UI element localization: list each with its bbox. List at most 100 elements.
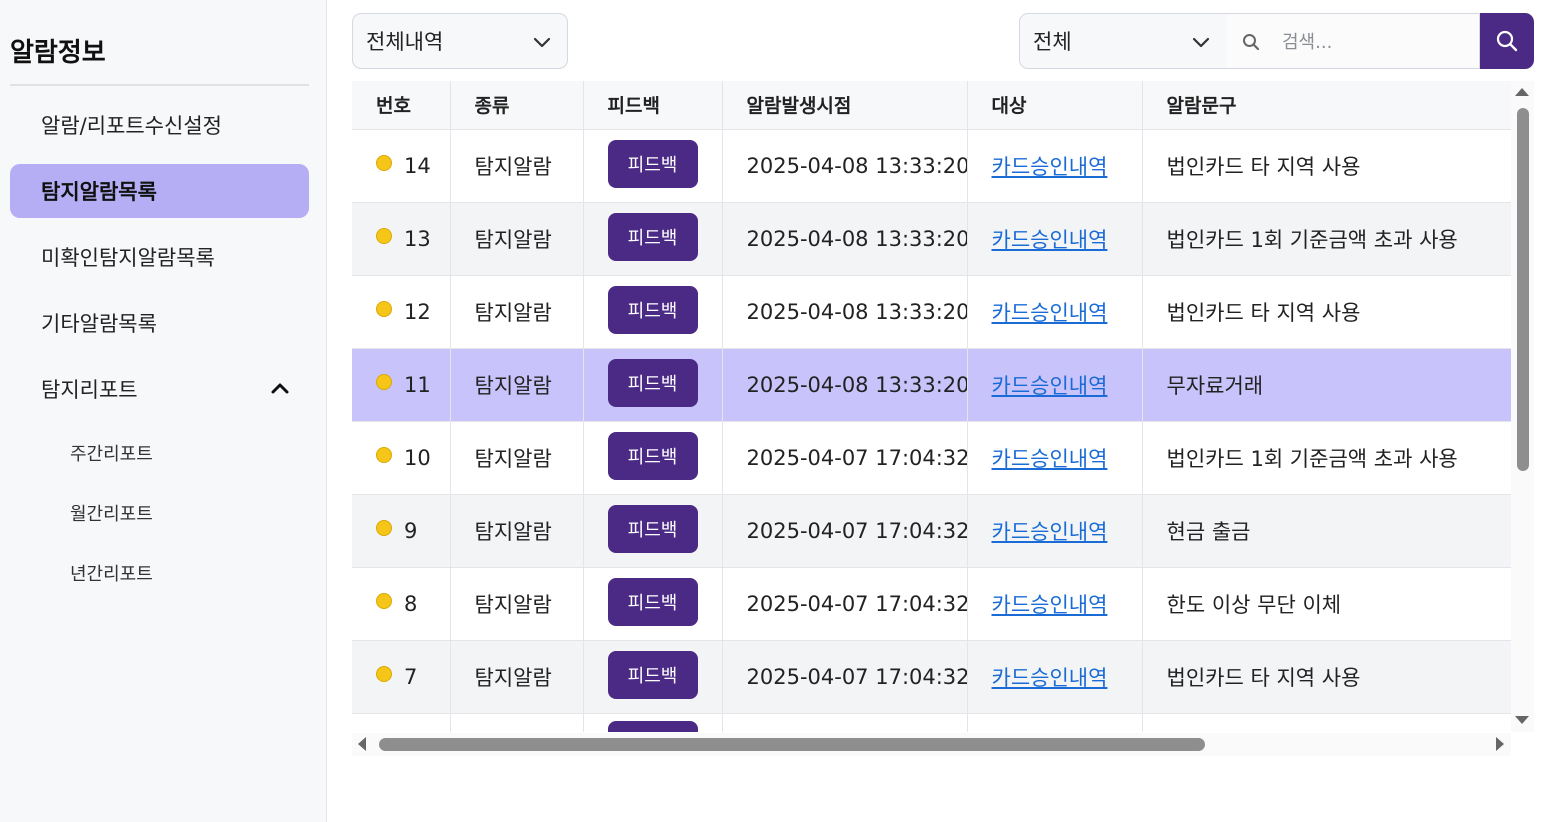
sidebar-item-unconfirmed-alarms[interactable]: 미확인탐지알람목록 <box>10 230 309 284</box>
feedback-button[interactable]: 피드백 <box>607 139 698 188</box>
target-link[interactable]: 카드승인내역 <box>992 228 1108 252</box>
cell-message: 법인카드 1회 기준금액 초과 사용 <box>1142 420 1511 494</box>
alarm-table-container: 번호 종류 피드백 알람발생시점 대상 알람문구 14 탐지알람 피드백 202… <box>352 81 1511 732</box>
cell-number: 12 <box>352 274 451 348</box>
chevron-up-icon[interactable] <box>269 377 291 399</box>
scroll-left-arrow-icon[interactable] <box>358 737 366 751</box>
cell-number: 10 <box>352 420 451 494</box>
cell-target: 카드승인내역 <box>967 201 1143 275</box>
feedback-button[interactable]: 피드백 <box>607 577 698 626</box>
status-dot-icon <box>376 227 392 244</box>
search-icon <box>1243 34 1260 51</box>
sidebar-item-label: 탐지리포트 <box>41 378 138 402</box>
row-number: 11 <box>404 372 431 397</box>
cell-message: 법인카드 타 지역 사용 <box>1142 274 1511 348</box>
feedback-button[interactable]: 피드백 <box>607 212 698 261</box>
cell-type: 탐지알람 <box>450 347 584 421</box>
sidebar-item-report-settings[interactable]: 알람/리포트수신설정 <box>10 98 309 152</box>
cell-time: 2025-04-08 13:33:20 <box>722 201 968 275</box>
row-number: 14 <box>404 153 431 178</box>
feedback-button[interactable]: 피드백 <box>607 285 698 334</box>
feedback-button[interactable] <box>607 721 698 732</box>
vertical-scrollbar-thumb[interactable] <box>1517 108 1529 471</box>
cell-time: 2025-04-07 17:04:32 <box>722 420 968 494</box>
table-row[interactable]: 9 탐지알람 피드백 2025-04-07 17:04:32 카드승인내역 현금… <box>352 493 1511 567</box>
status-dot-icon <box>376 446 392 463</box>
col-header-type[interactable]: 종류 <box>450 81 584 129</box>
history-select-value: 전체내역 <box>366 30 444 54</box>
cell-feedback <box>583 712 723 732</box>
cell-feedback: 피드백 <box>583 274 723 348</box>
cell-time: 2025-04-07 17:04:32 <box>722 493 968 567</box>
sidebar-divider <box>10 84 309 86</box>
sidebar-item-detection-report[interactable]: 탐지리포트 <box>10 362 309 416</box>
feedback-button[interactable]: 피드백 <box>607 358 698 407</box>
target-link[interactable]: 카드승인내역 <box>992 374 1108 398</box>
cell-time: 2025-04-08 13:33:20 <box>722 274 968 348</box>
target-link[interactable]: 카드승인내역 <box>992 447 1108 471</box>
col-header-message[interactable]: 알람문구 <box>1142 81 1511 129</box>
cell-number: 7 <box>352 639 451 713</box>
status-dot-icon <box>376 592 392 609</box>
target-link[interactable]: 카드승인내역 <box>992 301 1108 325</box>
table-row[interactable]: 13 탐지알람 피드백 2025-04-08 13:33:20 카드승인내역 법… <box>352 201 1511 275</box>
cell-target: 카드승인내역 <box>967 347 1143 421</box>
filter-select[interactable]: 전체 <box>1019 13 1227 69</box>
feedback-button[interactable]: 피드백 <box>607 650 698 699</box>
row-number: 7 <box>404 664 418 689</box>
sidebar-item-label: 탐지알람목록 <box>41 180 157 204</box>
scroll-down-arrow-icon[interactable] <box>1515 716 1529 724</box>
filter-select-value: 전체 <box>1033 30 1072 54</box>
cell-feedback: 피드백 <box>583 639 723 713</box>
sidebar-item-label: 알람/리포트수신설정 <box>41 114 222 138</box>
col-header-number[interactable]: 번호 <box>352 81 451 129</box>
status-dot-icon <box>376 665 392 682</box>
cell-feedback: 피드백 <box>583 420 723 494</box>
search-field <box>1226 13 1480 69</box>
scroll-right-arrow-icon[interactable] <box>1496 737 1504 751</box>
alarm-table: 번호 종류 피드백 알람발생시점 대상 알람문구 14 탐지알람 피드백 202… <box>352 81 1511 732</box>
cell-target: 카드승인내역 <box>967 274 1143 348</box>
row-number: 13 <box>404 226 431 251</box>
target-link[interactable]: 카드승인내역 <box>992 155 1108 179</box>
table-row[interactable]: 7 탐지알람 피드백 2025-04-07 17:04:32 카드승인내역 법인… <box>352 639 1511 713</box>
cell-number: 14 <box>352 128 451 202</box>
sidebar-subitem-monthly-report[interactable]: 월간리포트 <box>70 500 153 526</box>
cell-number: 9 <box>352 493 451 567</box>
sidebar-subitem-weekly-report[interactable]: 주간리포트 <box>70 440 153 466</box>
row-number: 12 <box>404 299 431 324</box>
status-dot-icon <box>376 300 392 317</box>
scroll-up-arrow-icon[interactable] <box>1515 88 1529 96</box>
row-number: 8 <box>404 591 418 616</box>
cell-target <box>967 712 1143 732</box>
search-button[interactable] <box>1480 13 1534 69</box>
table-row[interactable]: 12 탐지알람 피드백 2025-04-08 13:33:20 카드승인내역 법… <box>352 274 1511 348</box>
col-header-feedback[interactable]: 피드백 <box>583 81 723 129</box>
sidebar-subitem-yearly-report[interactable]: 년간리포트 <box>70 560 153 586</box>
col-header-target[interactable]: 대상 <box>967 81 1143 129</box>
search-input[interactable] <box>1280 24 1469 60</box>
table-row-selected[interactable]: 11 탐지알람 피드백 2025-04-08 13:33:20 카드승인내역 무… <box>352 347 1511 421</box>
target-link[interactable]: 카드승인내역 <box>992 593 1108 617</box>
history-select[interactable]: 전체내역 <box>352 13 568 69</box>
col-header-time[interactable]: 알람발생시점 <box>722 81 968 129</box>
cell-message: 법인카드 1회 기준금액 초과 사용 <box>1142 201 1511 275</box>
cell-feedback: 피드백 <box>583 493 723 567</box>
row-number: 10 <box>404 445 431 470</box>
cell-target: 카드승인내역 <box>967 420 1143 494</box>
table-row-partial[interactable] <box>352 712 1511 732</box>
table-row[interactable]: 8 탐지알람 피드백 2025-04-07 17:04:32 카드승인내역 한도… <box>352 566 1511 640</box>
feedback-button[interactable]: 피드백 <box>607 504 698 553</box>
table-row[interactable]: 14 탐지알람 피드백 2025-04-08 13:33:20 카드승인내역 법… <box>352 128 1511 202</box>
sidebar-item-detection-alarms[interactable]: 탐지알람목록 <box>10 164 309 218</box>
table-row[interactable]: 10 탐지알람 피드백 2025-04-07 17:04:32 카드승인내역 법… <box>352 420 1511 494</box>
sidebar-item-other-alarms[interactable]: 기타알람목록 <box>10 296 309 350</box>
horizontal-scrollbar-thumb[interactable] <box>379 738 1205 751</box>
cell-message <box>1142 712 1511 732</box>
cell-type: 탐지알람 <box>450 639 584 713</box>
feedback-button[interactable]: 피드백 <box>607 431 698 480</box>
target-link[interactable]: 카드승인내역 <box>992 666 1108 690</box>
target-link[interactable]: 카드승인내역 <box>992 520 1108 544</box>
table-header-row: 번호 종류 피드백 알람발생시점 대상 알람문구 <box>352 81 1511 129</box>
cell-target: 카드승인내역 <box>967 639 1143 713</box>
